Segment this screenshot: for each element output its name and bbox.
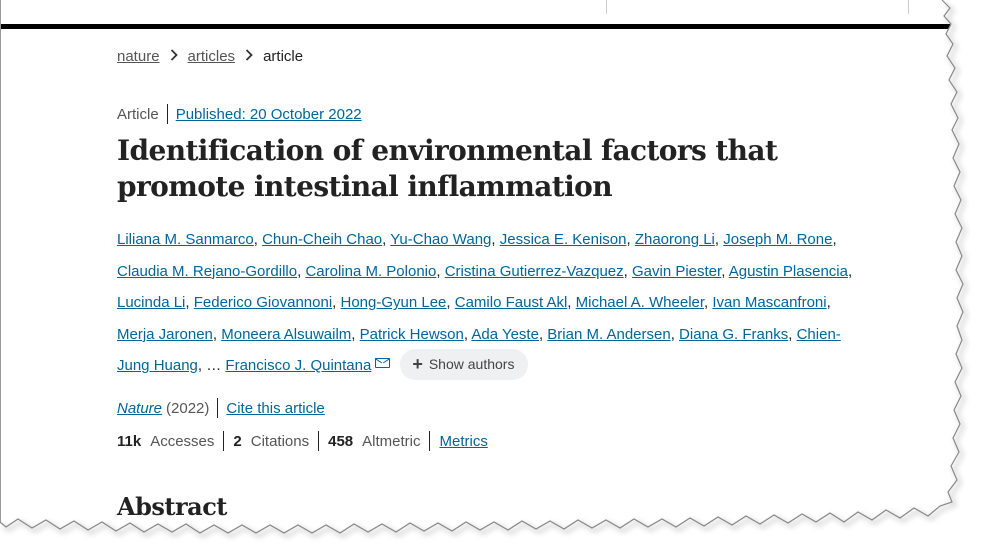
author-separator: , (446, 294, 455, 312)
header-divider (908, 0, 909, 14)
author-link[interactable]: Federico Giovannoni (194, 294, 332, 311)
journal-info: Nature (2022) Cite this article (117, 398, 325, 418)
author-separator: , (847, 262, 853, 280)
article-type: Article (117, 105, 159, 123)
divider (429, 431, 431, 451)
author-link[interactable]: Carolina M. Polonio (305, 263, 436, 280)
author-list: Liliana M. Sanmarco, Chun-Cheih Chao, Yu… (117, 224, 862, 382)
author-link[interactable]: Merja Jaronen (117, 326, 213, 343)
breadcrumb-link-nature[interactable]: nature (117, 48, 160, 65)
author-separator: , (491, 231, 500, 248)
show-authors-button[interactable]: + Show authors (400, 348, 529, 380)
published-date-link[interactable]: Published: 20 October 2022 (176, 106, 362, 123)
corresponding-author-link[interactable]: Francisco J. Quintana (225, 357, 371, 374)
author-separator: , (788, 325, 797, 343)
chevron-right-icon (245, 48, 253, 65)
citations-label: Citations (250, 432, 310, 450)
author-separator: , (721, 262, 729, 280)
article-meta: Article Published: 20 October 2022 (117, 104, 362, 124)
author-separator: , (197, 357, 207, 375)
author-separator: , (623, 262, 632, 280)
altmetric-score: 458 (328, 432, 354, 450)
author-separator: , (185, 294, 194, 312)
breadcrumb-current: article (263, 48, 304, 65)
author-link[interactable]: Brian M. Andersen (547, 326, 670, 343)
plus-icon: + (412, 354, 423, 375)
divider (166, 104, 168, 124)
author-separator: , (714, 231, 724, 248)
divider (223, 431, 225, 451)
author-link[interactable]: Claudia M. Rejano-Gordillo (117, 263, 297, 280)
author-link[interactable]: Yu-Chao Wang (390, 231, 491, 248)
author-ellipsis: … (206, 357, 222, 375)
author-separator: , (253, 231, 263, 248)
journal-link[interactable]: Nature (117, 400, 162, 417)
site-header-strip (0, 0, 950, 29)
article-title: Identification of environmental factors … (117, 134, 778, 203)
author-link[interactable]: Patrick Hewson (360, 326, 464, 343)
author-link[interactable]: Agustin Plasencia (729, 263, 848, 280)
author-link[interactable]: Michael A. Wheeler (576, 294, 704, 311)
author-link[interactable]: Moneera Alsuwailm (221, 326, 351, 343)
author-separator: , (567, 294, 576, 312)
divider (217, 398, 219, 418)
author-link[interactable]: Zhaorong Li (635, 231, 715, 248)
breadcrumb: nature articles article (117, 48, 303, 65)
altmetric-label: Altmetric (362, 432, 421, 450)
author-separator: , (826, 294, 831, 312)
author-link[interactable]: Ada Yeste (471, 326, 539, 343)
author-link[interactable]: Chun-Cheih Chao (262, 231, 382, 248)
accesses-label: Accesses (150, 432, 215, 450)
author-link[interactable]: Liliana M. Sanmarco (117, 231, 254, 248)
article-metrics: 11k Accesses 2 Citations 458 Altmetric M… (117, 431, 488, 451)
journal-year: (2022) (166, 399, 210, 417)
abstract-heading: Abstract (117, 492, 227, 521)
author-separator: , (832, 231, 837, 248)
citations-count: 2 (233, 432, 242, 450)
author-link[interactable]: Diana G. Franks (679, 326, 788, 343)
accesses-count: 11k (117, 432, 142, 450)
author-separator: , (626, 231, 635, 248)
author-separator: , (436, 262, 445, 280)
author-link[interactable]: Gavin Piester (632, 263, 721, 280)
envelope-icon[interactable] (375, 358, 391, 369)
author-link[interactable]: Hong-Gyun Lee (341, 294, 447, 311)
author-link[interactable]: Jessica E. Kenison (500, 231, 627, 248)
author-link[interactable]: Cristina Gutierrez-Vazquez (445, 263, 624, 280)
author-link[interactable]: Joseph M. Rone (723, 231, 832, 248)
author-separator: , (670, 325, 680, 343)
chevron-right-icon (170, 48, 178, 65)
author-separator: , (351, 325, 360, 343)
cite-article-link[interactable]: Cite this article (226, 400, 324, 417)
author-link[interactable]: Camilo Faust Akl (455, 294, 568, 311)
author-separator: , (212, 325, 222, 343)
show-authors-label: Show authors (428, 355, 515, 372)
author-link[interactable]: Ivan Mascanfroni (712, 294, 826, 311)
header-divider (606, 0, 607, 14)
metrics-link[interactable]: Metrics (439, 433, 487, 450)
breadcrumb-link-articles[interactable]: articles (188, 48, 236, 65)
author-link[interactable]: Lucinda Li (117, 294, 185, 311)
author-separator: , (332, 294, 341, 312)
divider (318, 431, 320, 451)
